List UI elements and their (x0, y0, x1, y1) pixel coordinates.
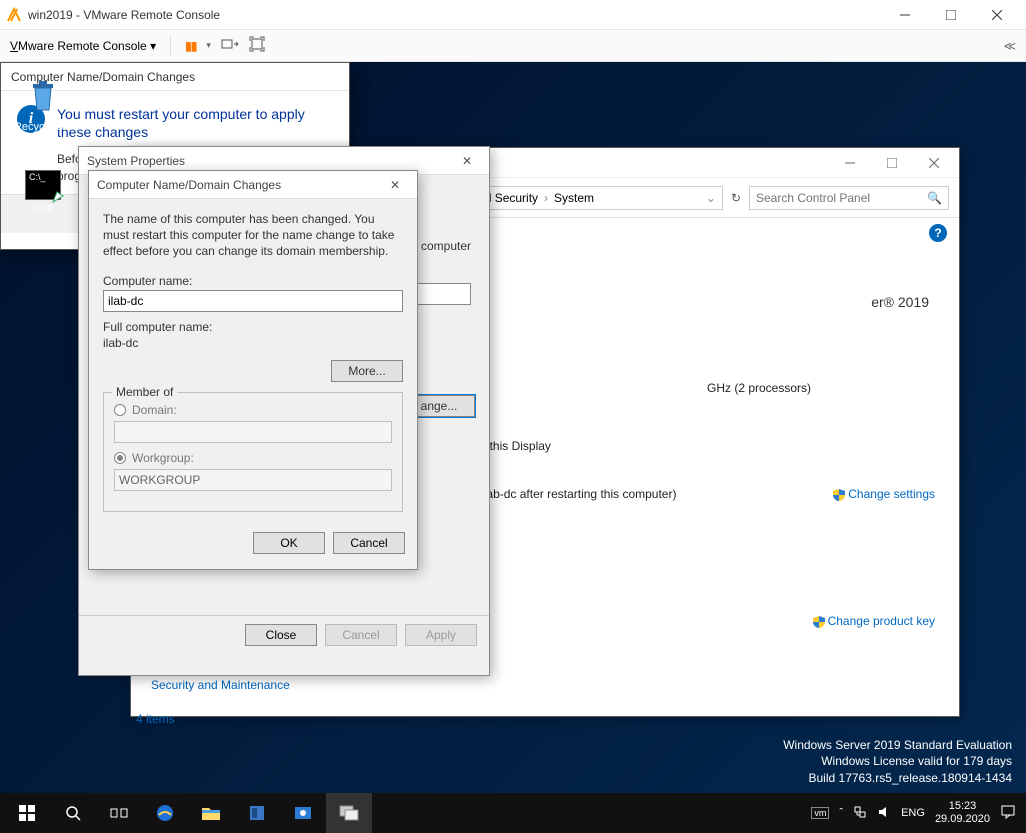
sys-close-button[interactable] (913, 149, 955, 177)
close-icon[interactable]: ✕ (381, 178, 409, 192)
hint-text: computer (421, 239, 471, 253)
vmware-titlebar: win2019 - VMware Remote Console (0, 0, 1026, 30)
start-button[interactable] (4, 793, 50, 833)
items-hint: 4 items (136, 712, 175, 726)
search-input[interactable]: 🔍 (749, 186, 949, 210)
cancel-button: Cancel (325, 624, 397, 646)
workgroup-input (114, 469, 392, 491)
vmware-logo-icon (6, 7, 22, 23)
tray-chevron-up-icon[interactable]: ˆ (839, 807, 843, 819)
security-maintenance-link[interactable]: Security and Maintenance (151, 678, 290, 692)
settings-taskbar-icon[interactable] (280, 793, 326, 833)
close-button[interactable] (974, 0, 1020, 30)
member-of-legend: Member of (112, 385, 177, 399)
tray-vm-icon[interactable]: vm (811, 807, 829, 819)
system-taskbar-icon[interactable] (326, 793, 372, 833)
full-computer-name-label: Full computer name: (103, 320, 403, 334)
confirm-heading: You must restart your computer to apply … (57, 105, 333, 141)
apply-button: Apply (405, 624, 477, 646)
name-change-dialog: Computer Name/Domain Changes ✕ The name … (88, 170, 418, 570)
close-icon[interactable]: ✕ (453, 154, 481, 168)
dialog-title: Computer Name/Domain Changes (97, 178, 281, 192)
workgroup-radio: Workgroup: (114, 451, 392, 465)
change-key-link[interactable]: Change product key (812, 614, 935, 629)
fullscreen-icon[interactable] (249, 36, 265, 55)
help-icon[interactable]: ? (929, 224, 947, 242)
watermark: Windows Server 2019 Standard Evaluation … (783, 737, 1012, 787)
domain-radio: Domain: (114, 403, 392, 417)
breadcrumb-item[interactable]: System (554, 191, 594, 205)
task-view-button[interactable] (96, 793, 142, 833)
tray-volume-icon[interactable] (877, 805, 891, 822)
server-manager-taskbar-icon[interactable] (234, 793, 280, 833)
collapse-icon[interactable]: ≪ (1003, 39, 1016, 53)
minimize-button[interactable] (882, 0, 928, 30)
tray-network-icon[interactable] (853, 805, 867, 822)
refresh-icon[interactable]: ↻ (731, 191, 741, 205)
dialog-title: System Properties (87, 154, 185, 168)
close-button[interactable]: Close (245, 624, 317, 646)
more-button[interactable]: More... (331, 360, 403, 382)
sys-minimize-button[interactable] (829, 149, 871, 177)
sys-maximize-button[interactable] (871, 149, 913, 177)
ie-taskbar-icon[interactable] (142, 793, 188, 833)
change-settings-link[interactable]: Change settings (832, 487, 935, 502)
recycle-bin-label: Recycle Bin (8, 121, 78, 133)
pause-dropdown-icon[interactable]: ▾ (206, 40, 211, 51)
tray-lang[interactable]: ENG (901, 807, 925, 819)
cmd-shortcut-icon[interactable]: C:\_ cmd (8, 166, 78, 214)
tray-notifications-icon[interactable] (1000, 804, 1016, 823)
taskbar: vm ˆ ENG 15:23 29.09.2020 (0, 793, 1026, 833)
search-button[interactable] (50, 793, 96, 833)
processor-value: GHz (2 processors) (707, 381, 935, 395)
ok-button[interactable]: OK (253, 532, 325, 554)
full-computer-name-value: ilab-dc (103, 336, 403, 350)
cmd-label: cmd (8, 202, 78, 214)
computer-name-input[interactable] (103, 290, 403, 312)
chevron-down-icon[interactable]: ⌄ (706, 191, 716, 205)
info-text: The name of this computer has been chang… (103, 211, 403, 260)
recycle-bin-icon[interactable]: Recycle Bin (8, 76, 78, 133)
vmware-menu[interactable]: VVMware Remote ConsoleMware Remote Conso… (10, 39, 156, 53)
send-keys-icon[interactable] (221, 37, 239, 54)
vmware-toolbar: VVMware Remote ConsoleMware Remote Conso… (0, 30, 1026, 62)
search-icon: 🔍 (927, 191, 942, 205)
pause-icon[interactable]: ▮▮ (185, 39, 196, 53)
vmware-window-title: win2019 - VMware Remote Console (28, 8, 882, 22)
computer-name-label: Computer name: (103, 274, 403, 288)
cancel-button[interactable]: Cancel (333, 532, 405, 554)
domain-input (114, 421, 392, 443)
maximize-button[interactable] (928, 0, 974, 30)
explorer-taskbar-icon[interactable] (188, 793, 234, 833)
chevron-right-icon: › (544, 191, 548, 205)
tray-clock[interactable]: 15:23 29.09.2020 (935, 800, 990, 826)
edition-value: er® 2019 (871, 294, 929, 310)
description-input[interactable] (415, 283, 471, 305)
desktop: Recycle Bin C:\_ cmd System and Security… (0, 62, 1026, 833)
